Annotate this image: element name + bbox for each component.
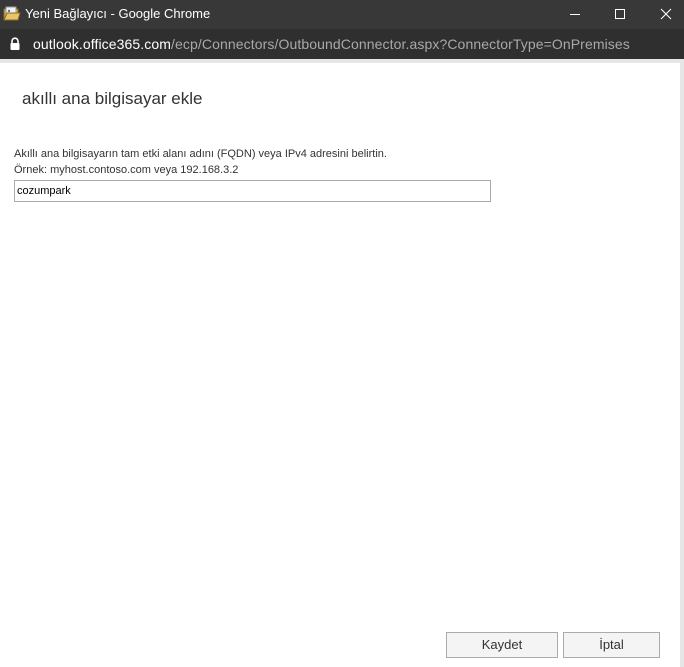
example-text: Örnek: myhost.contoso.com veya 192.168.3… [14,164,239,176]
content-divider [0,59,684,63]
content-right-edge [680,59,684,667]
maximize-button[interactable] [597,0,643,29]
window-title: Yeni Bağlayıcı - Google Chrome [25,6,211,21]
minimize-icon [570,14,580,15]
title-bar: Yeni Bağlayıcı - Google Chrome [0,0,684,29]
cancel-button[interactable]: İptal [563,632,660,658]
minimize-button[interactable] [552,0,598,29]
address-bar[interactable]: outlook.office365.com/ecp/Connectors/Out… [0,29,684,59]
url-host: outlook.office365.com [33,36,172,52]
url-path: /ecp/Connectors/OutboundConnector.aspx?C… [171,36,630,52]
page-title: akıllı ana bilgisayar ekle [22,89,203,108]
instruction-text: Akıllı ana bilgisayarın tam etki alanı a… [14,148,387,160]
url-text[interactable]: outlook.office365.com/ecp/Connectors/Out… [33,35,630,53]
maximize-icon [615,9,625,19]
smart-host-input[interactable] [14,180,491,202]
folder-document-icon [3,6,21,22]
close-button[interactable] [643,0,684,29]
lock-icon[interactable] [9,37,21,56]
save-button[interactable]: Kaydet [446,632,558,658]
close-icon [660,8,672,20]
